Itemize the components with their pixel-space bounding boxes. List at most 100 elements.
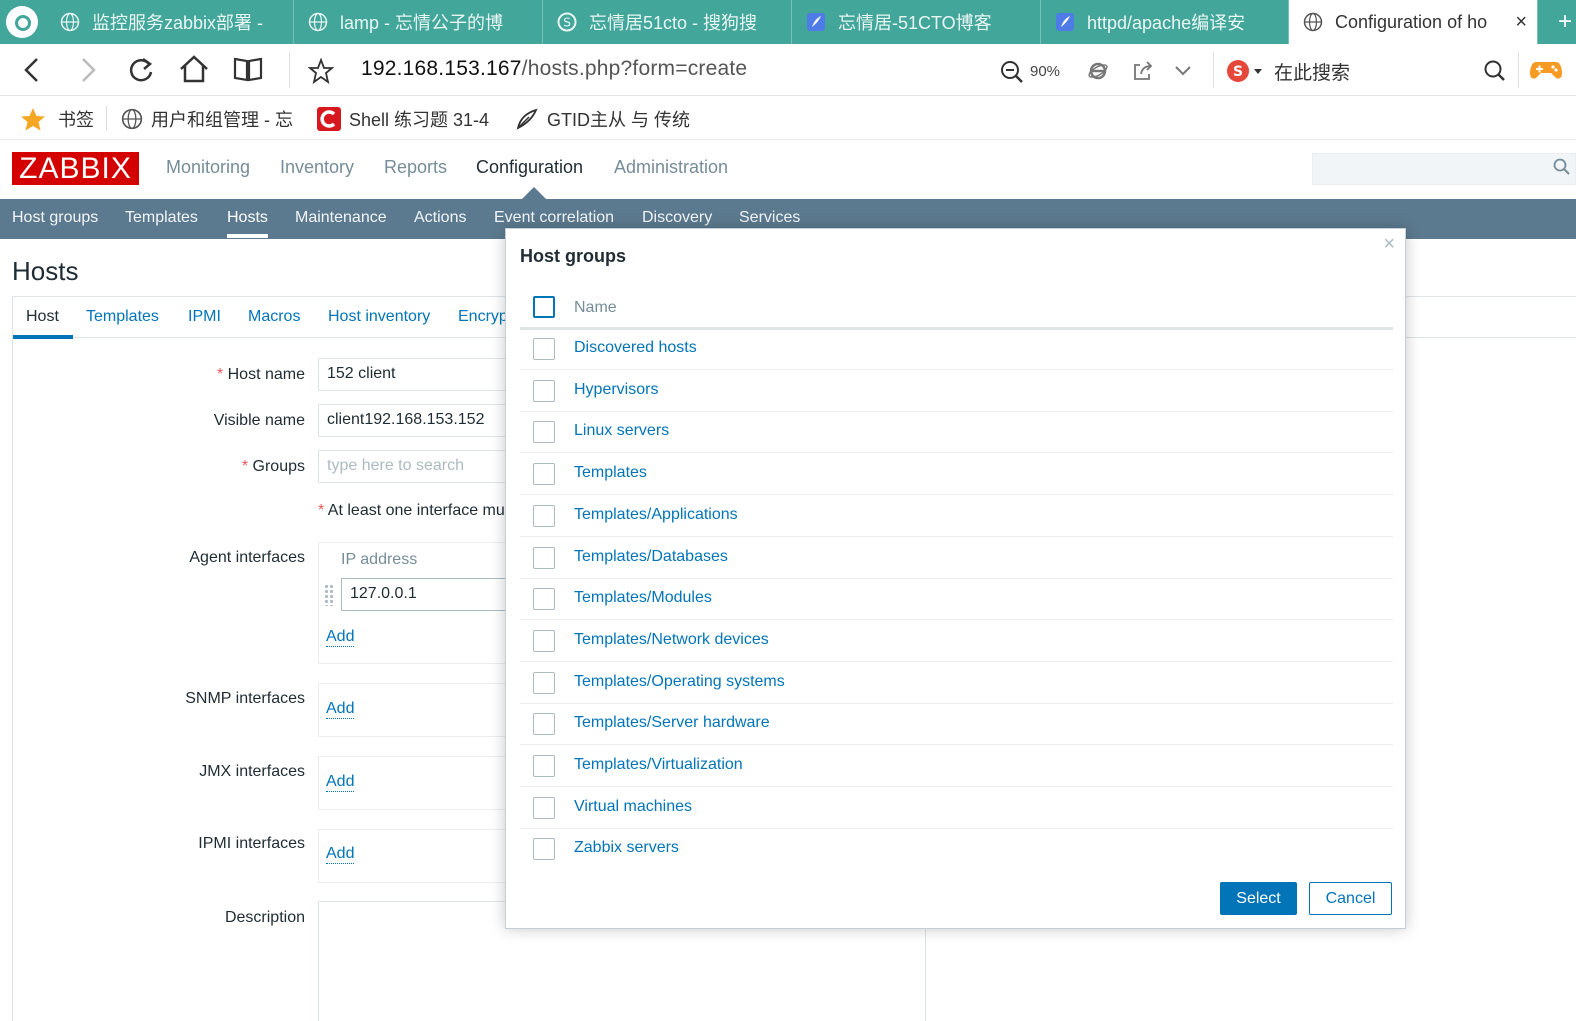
note-text: At least one interface mu: [327, 502, 505, 519]
group-link[interactable]: Templates/Network devices: [574, 631, 769, 649]
close-tab-icon[interactable]: ×: [1515, 11, 1527, 34]
zabbix-search-input[interactable]: [1312, 153, 1576, 185]
submenu-event-correlation[interactable]: Event correlation: [494, 209, 614, 227]
group-checkbox[interactable]: [533, 380, 555, 402]
host-name-input[interactable]: 152 client: [318, 358, 518, 391]
group-link[interactable]: Virtual machines: [574, 798, 692, 816]
reload-icon[interactable]: [127, 56, 155, 84]
group-checkbox[interactable]: [533, 588, 555, 610]
add-ipmi-interface-link[interactable]: Add: [326, 845, 355, 864]
group-checkbox[interactable]: [533, 630, 555, 652]
table-row: Templates/Applications: [520, 495, 1393, 537]
search-engine-box[interactable]: 在此搜索: [1274, 58, 1350, 85]
reader-book-icon[interactable]: [233, 56, 263, 82]
sogou-search-icon[interactable]: S: [1226, 58, 1264, 84]
group-link[interactable]: Templates/Server hardware: [574, 714, 770, 732]
gamepad-icon[interactable]: [1530, 58, 1562, 82]
group-checkbox[interactable]: [533, 713, 555, 735]
group-link[interactable]: Templates/Virtualization: [574, 756, 743, 774]
new-tab-icon[interactable]: +: [1558, 8, 1572, 36]
zoom-out-icon[interactable]: [1000, 60, 1024, 84]
tab-macros[interactable]: Macros: [248, 308, 300, 326]
menu-administration[interactable]: Administration: [614, 157, 728, 178]
bookmark-item[interactable]: GTID主从 与 传统: [515, 106, 690, 132]
select-all-checkbox[interactable]: [533, 296, 555, 318]
group-link[interactable]: Templates/Databases: [574, 548, 728, 566]
group-link[interactable]: Zabbix servers: [574, 839, 679, 857]
drag-handle-icon[interactable]: [324, 584, 334, 606]
browser-logo-icon[interactable]: [6, 6, 38, 38]
table-row: Hypervisors: [520, 370, 1393, 412]
back-icon[interactable]: [22, 57, 42, 83]
submenu-host-groups[interactable]: Host groups: [12, 209, 98, 227]
search-icon[interactable]: [1553, 158, 1571, 176]
ie-engine-icon[interactable]: [1087, 60, 1109, 82]
search-icon[interactable]: [1483, 59, 1507, 83]
group-checkbox[interactable]: [533, 547, 555, 569]
group-checkbox[interactable]: [533, 838, 555, 860]
add-snmp-interface-link[interactable]: Add: [326, 700, 355, 719]
menu-reports[interactable]: Reports: [384, 157, 447, 178]
add-jmx-interface-link[interactable]: Add: [326, 773, 355, 792]
submenu-services[interactable]: Services: [739, 209, 800, 227]
table-row: Discovered hosts: [520, 328, 1393, 370]
browser-tab-4[interactable]: 忘情居-51CTO博客: [792, 0, 1041, 44]
group-checkbox[interactable]: [533, 672, 555, 694]
zabbix-logo[interactable]: ZABBIX: [12, 152, 139, 185]
bookmark-item[interactable]: Shell 练习题 31-4: [317, 106, 489, 132]
submenu-templates[interactable]: Templates: [125, 209, 198, 227]
menu-configuration[interactable]: Configuration: [476, 157, 583, 178]
agent-ip-input[interactable]: 127.0.0.1: [341, 578, 521, 611]
chevron-down-icon[interactable]: [1174, 64, 1192, 78]
select-button[interactable]: Select: [1220, 882, 1297, 915]
bookmark-item[interactable]: 用户和组管理 - 忘: [121, 106, 293, 132]
menu-monitoring[interactable]: Monitoring: [166, 157, 250, 178]
tab-ipmi[interactable]: IPMI: [188, 308, 221, 326]
group-link[interactable]: Linux servers: [574, 422, 669, 440]
tab-host-inventory[interactable]: Host inventory: [328, 308, 430, 326]
group-checkbox[interactable]: [533, 463, 555, 485]
submenu-actions[interactable]: Actions: [414, 209, 466, 227]
required-mark: *: [216, 366, 224, 383]
group-checkbox[interactable]: [533, 797, 555, 819]
visible-name-input[interactable]: client192.168.153.152: [318, 404, 518, 437]
table-row: Templates/Databases: [520, 537, 1393, 579]
feather-icon: [1056, 13, 1074, 31]
home-icon[interactable]: [179, 55, 209, 83]
table-row: Templates/Network devices: [520, 620, 1393, 662]
group-checkbox[interactable]: [533, 755, 555, 777]
forward-icon[interactable]: [78, 57, 98, 83]
tab-host[interactable]: Host: [26, 308, 59, 326]
group-link[interactable]: Hypervisors: [574, 381, 658, 399]
submenu-hosts[interactable]: Hosts: [227, 209, 268, 227]
groups-search-input[interactable]: type here to search: [318, 450, 518, 483]
group-link[interactable]: Templates: [574, 464, 647, 482]
browser-tab-active[interactable]: Configuration of ho ×: [1289, 0, 1538, 44]
add-agent-interface-link[interactable]: Add: [326, 628, 355, 647]
url-field[interactable]: 192.168.153.167/hosts.php?form=create: [361, 57, 747, 81]
cancel-button[interactable]: Cancel: [1309, 882, 1392, 915]
star-bookmark-icon[interactable]: [308, 58, 334, 84]
tab-encryption[interactable]: Encryp: [458, 308, 508, 326]
group-link[interactable]: Discovered hosts: [574, 339, 697, 357]
group-checkbox[interactable]: [533, 338, 555, 360]
tab-templates[interactable]: Templates: [86, 308, 159, 326]
browser-tab-2[interactable]: lamp - 忘情公子的博: [294, 0, 543, 44]
bookmark-item[interactable]: 书签: [20, 106, 94, 132]
browser-tab-5[interactable]: httpd/apache编译安: [1041, 0, 1289, 44]
url-host: 192.168.153.167: [361, 57, 522, 80]
browser-tab-3[interactable]: S 忘情居51cto - 搜狗搜: [543, 0, 792, 44]
group-link[interactable]: Templates/Operating systems: [574, 673, 785, 691]
menu-inventory[interactable]: Inventory: [280, 157, 354, 178]
share-icon[interactable]: [1132, 60, 1154, 82]
submenu-maintenance[interactable]: Maintenance: [295, 209, 387, 227]
group-checkbox[interactable]: [533, 505, 555, 527]
group-link[interactable]: Templates/Modules: [574, 589, 712, 607]
required-mark: *: [318, 502, 325, 519]
group-link[interactable]: Templates/Applications: [574, 506, 738, 524]
table-row: Templates/Server hardware: [520, 703, 1393, 745]
submenu-discovery[interactable]: Discovery: [642, 209, 712, 227]
close-icon[interactable]: ×: [1383, 233, 1395, 256]
group-checkbox[interactable]: [533, 421, 555, 443]
browser-tab-1[interactable]: 监控服务zabbix部署 -: [46, 0, 294, 44]
